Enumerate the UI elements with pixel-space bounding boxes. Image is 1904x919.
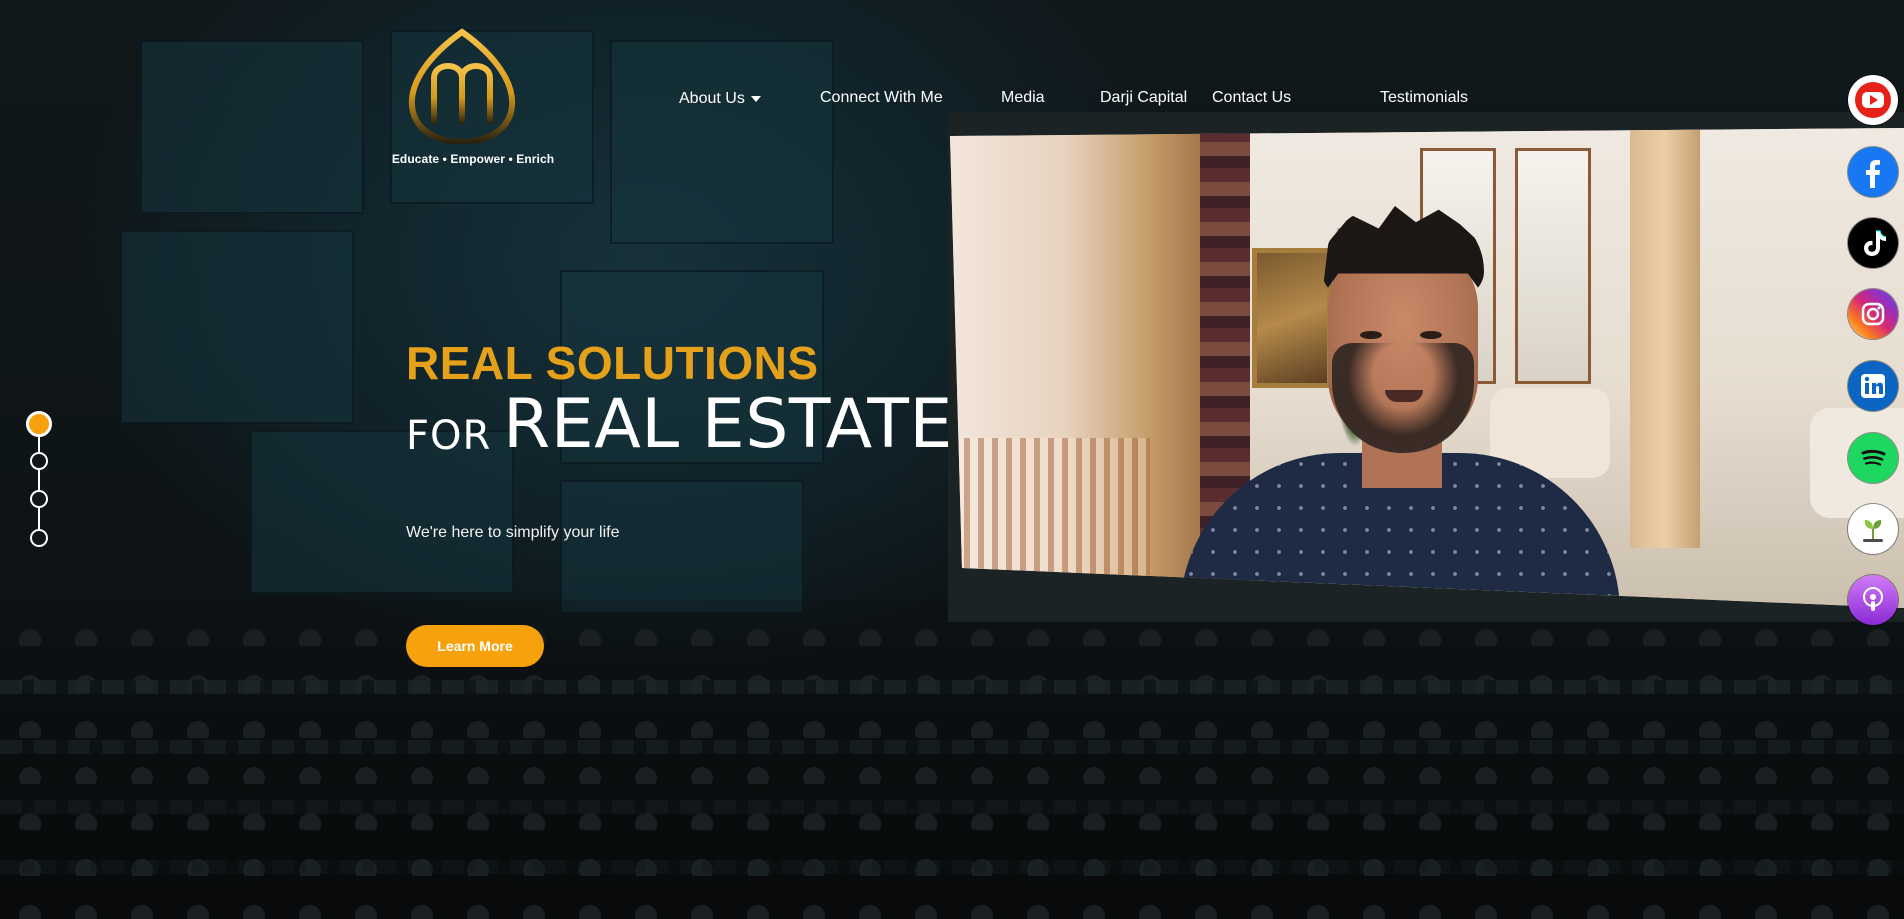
nav-connect-with-me[interactable]: Connect With Me — [820, 89, 943, 107]
wall-panel — [560, 480, 804, 614]
slide-dot-3[interactable] — [30, 490, 48, 508]
slide-indicator-line — [38, 420, 40, 538]
presenter-eye — [1420, 331, 1442, 339]
nav-contact-us[interactable]: Contact Us — [1212, 89, 1291, 107]
hero-headline-for: FOR — [406, 413, 492, 459]
wall-panel — [140, 40, 364, 214]
seat-row — [0, 740, 1904, 754]
site-logo[interactable] — [406, 28, 518, 146]
apple-podcasts-icon — [1863, 587, 1883, 611]
nav-media[interactable]: Media — [1001, 89, 1045, 107]
buzzsprout-icon — [1863, 520, 1883, 542]
presenter-eye — [1360, 331, 1382, 339]
wall-painting-image — [1252, 248, 1332, 388]
video-screen — [950, 128, 1904, 608]
facebook-icon — [1866, 160, 1880, 188]
nav-darji-capital[interactable]: Darji Capital — [1100, 89, 1187, 107]
tiktok-icon — [1864, 230, 1887, 256]
spotify-link[interactable] — [1848, 433, 1898, 483]
learn-more-button[interactable]: Learn More — [406, 625, 544, 667]
facebook-link[interactable] — [1848, 147, 1898, 197]
nav-about-us-label: About Us — [679, 90, 745, 107]
seat-row — [0, 860, 1904, 874]
slide-dot-4[interactable] — [30, 529, 48, 547]
linkedin-icon — [1861, 374, 1885, 398]
slide-dot-1[interactable] — [26, 411, 52, 437]
instagram-icon — [1861, 302, 1885, 326]
spotify-icon — [1861, 449, 1886, 466]
seat-row — [0, 800, 1904, 814]
youtube-icon — [1855, 82, 1891, 118]
caret-down-icon — [750, 95, 761, 102]
instagram-link[interactable] — [1848, 289, 1898, 339]
window-image — [1515, 148, 1591, 384]
wall-panel — [120, 230, 354, 424]
hero-subtext: We're here to simplify your life — [406, 524, 620, 541]
youtube-link[interactable] — [1848, 75, 1898, 125]
curtain-lace-image — [950, 438, 1150, 578]
hero-headline-accent: REAL SOLUTIONS — [406, 337, 819, 389]
buzzsprout-link[interactable] — [1848, 504, 1898, 554]
presenter-mouth — [1385, 390, 1423, 402]
linkedin-link[interactable] — [1848, 361, 1898, 411]
seat-row — [0, 680, 1904, 694]
wall-panel — [610, 40, 834, 244]
slide-dot-2[interactable] — [30, 452, 48, 470]
tiktok-link[interactable] — [1848, 218, 1898, 268]
hero-headline-main: REAL ESTATE — [503, 385, 953, 464]
nav-testimonials[interactable]: Testimonials — [1380, 89, 1468, 107]
nav-about-us[interactable]: About Us — [679, 90, 761, 108]
logo-tagline: Educate • Empower • Enrich — [391, 152, 555, 166]
pillar-image — [1630, 128, 1700, 548]
apple-podcasts-link[interactable] — [1848, 575, 1898, 625]
monogram-icon — [408, 28, 516, 146]
